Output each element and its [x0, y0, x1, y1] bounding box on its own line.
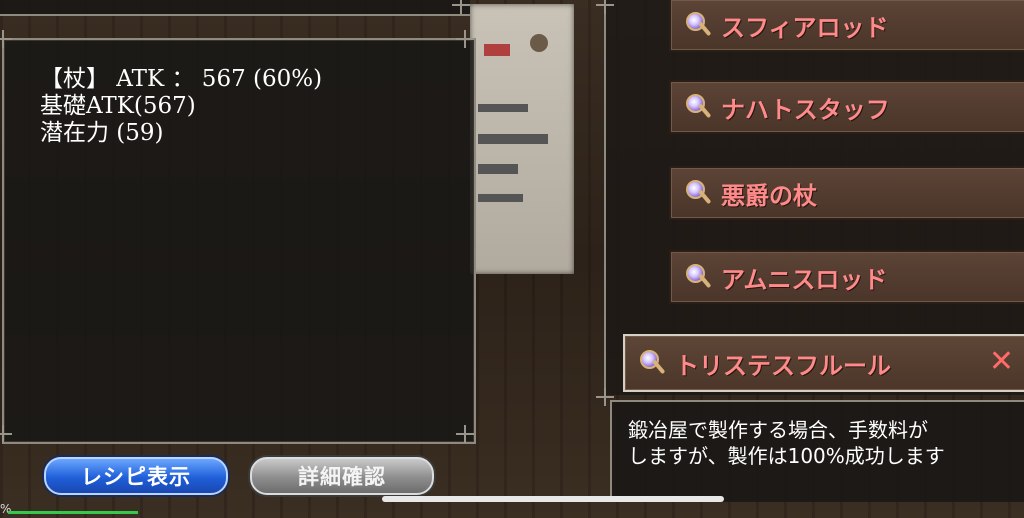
panel-corner-ornament [456, 425, 474, 443]
list-item[interactable]: アムニスロッド [669, 250, 1024, 304]
close-icon[interactable]: ✕ [989, 344, 1014, 379]
list-item-label: アムニスロッド [721, 265, 888, 294]
panel-corner-ornament [0, 30, 12, 48]
base-atk-line: 基礎ATK(567) [40, 93, 196, 119]
potential-line: 潜在力 (59) [40, 120, 164, 146]
description-line: しますが、製作は100%成功します [628, 444, 945, 468]
list-item[interactable]: 悪爵の杖 [669, 166, 1024, 220]
staff-icon [683, 92, 713, 122]
panel-corner-ornament [456, 30, 474, 48]
detail-check-button[interactable]: 詳細確認 [250, 457, 434, 495]
staff-icon [637, 348, 667, 378]
info-top-bar [0, 0, 470, 16]
staff-icon [683, 262, 713, 292]
progress-bar [8, 511, 138, 514]
list-item[interactable]: スフィアロッド [669, 0, 1024, 52]
home-indicator[interactable] [382, 496, 724, 502]
description-line: 鍛冶屋で製作する場合、手数料が [628, 418, 928, 442]
list-item-label: 悪爵の杖 [721, 181, 817, 210]
staff-icon [683, 178, 713, 208]
list-item[interactable]: ナハトスタッフ [669, 80, 1024, 134]
weapon-stats: 【杖】 ATK ： 567 (60%) 基礎ATK(567) 潜在力 (59) [40, 66, 322, 147]
background-poster [470, 4, 574, 274]
panel-corner-ornament [596, 0, 614, 14]
list-item-label: ナハトスタッフ [721, 95, 890, 124]
atk-line: 【杖】 ATK ： 567 (60%) [40, 66, 323, 92]
description-text: 鍛冶屋で製作する場合、手数料が しますが、製作は100%成功します [628, 417, 1024, 469]
panel-corner-ornament [452, 0, 470, 14]
list-item-label: スフィアロッド [721, 13, 889, 42]
list-item-label: トリステスフルール [675, 351, 891, 380]
weapon-info-panel: 【杖】 ATK ： 567 (60%) 基礎ATK(567) 潜在力 (59) [2, 38, 476, 444]
panel-corner-ornament [0, 425, 12, 443]
list-item-selected[interactable]: トリステスフルール ✕ [623, 334, 1024, 392]
staff-icon [683, 10, 713, 40]
show-recipe-button[interactable]: レシピ表示 [44, 457, 228, 495]
